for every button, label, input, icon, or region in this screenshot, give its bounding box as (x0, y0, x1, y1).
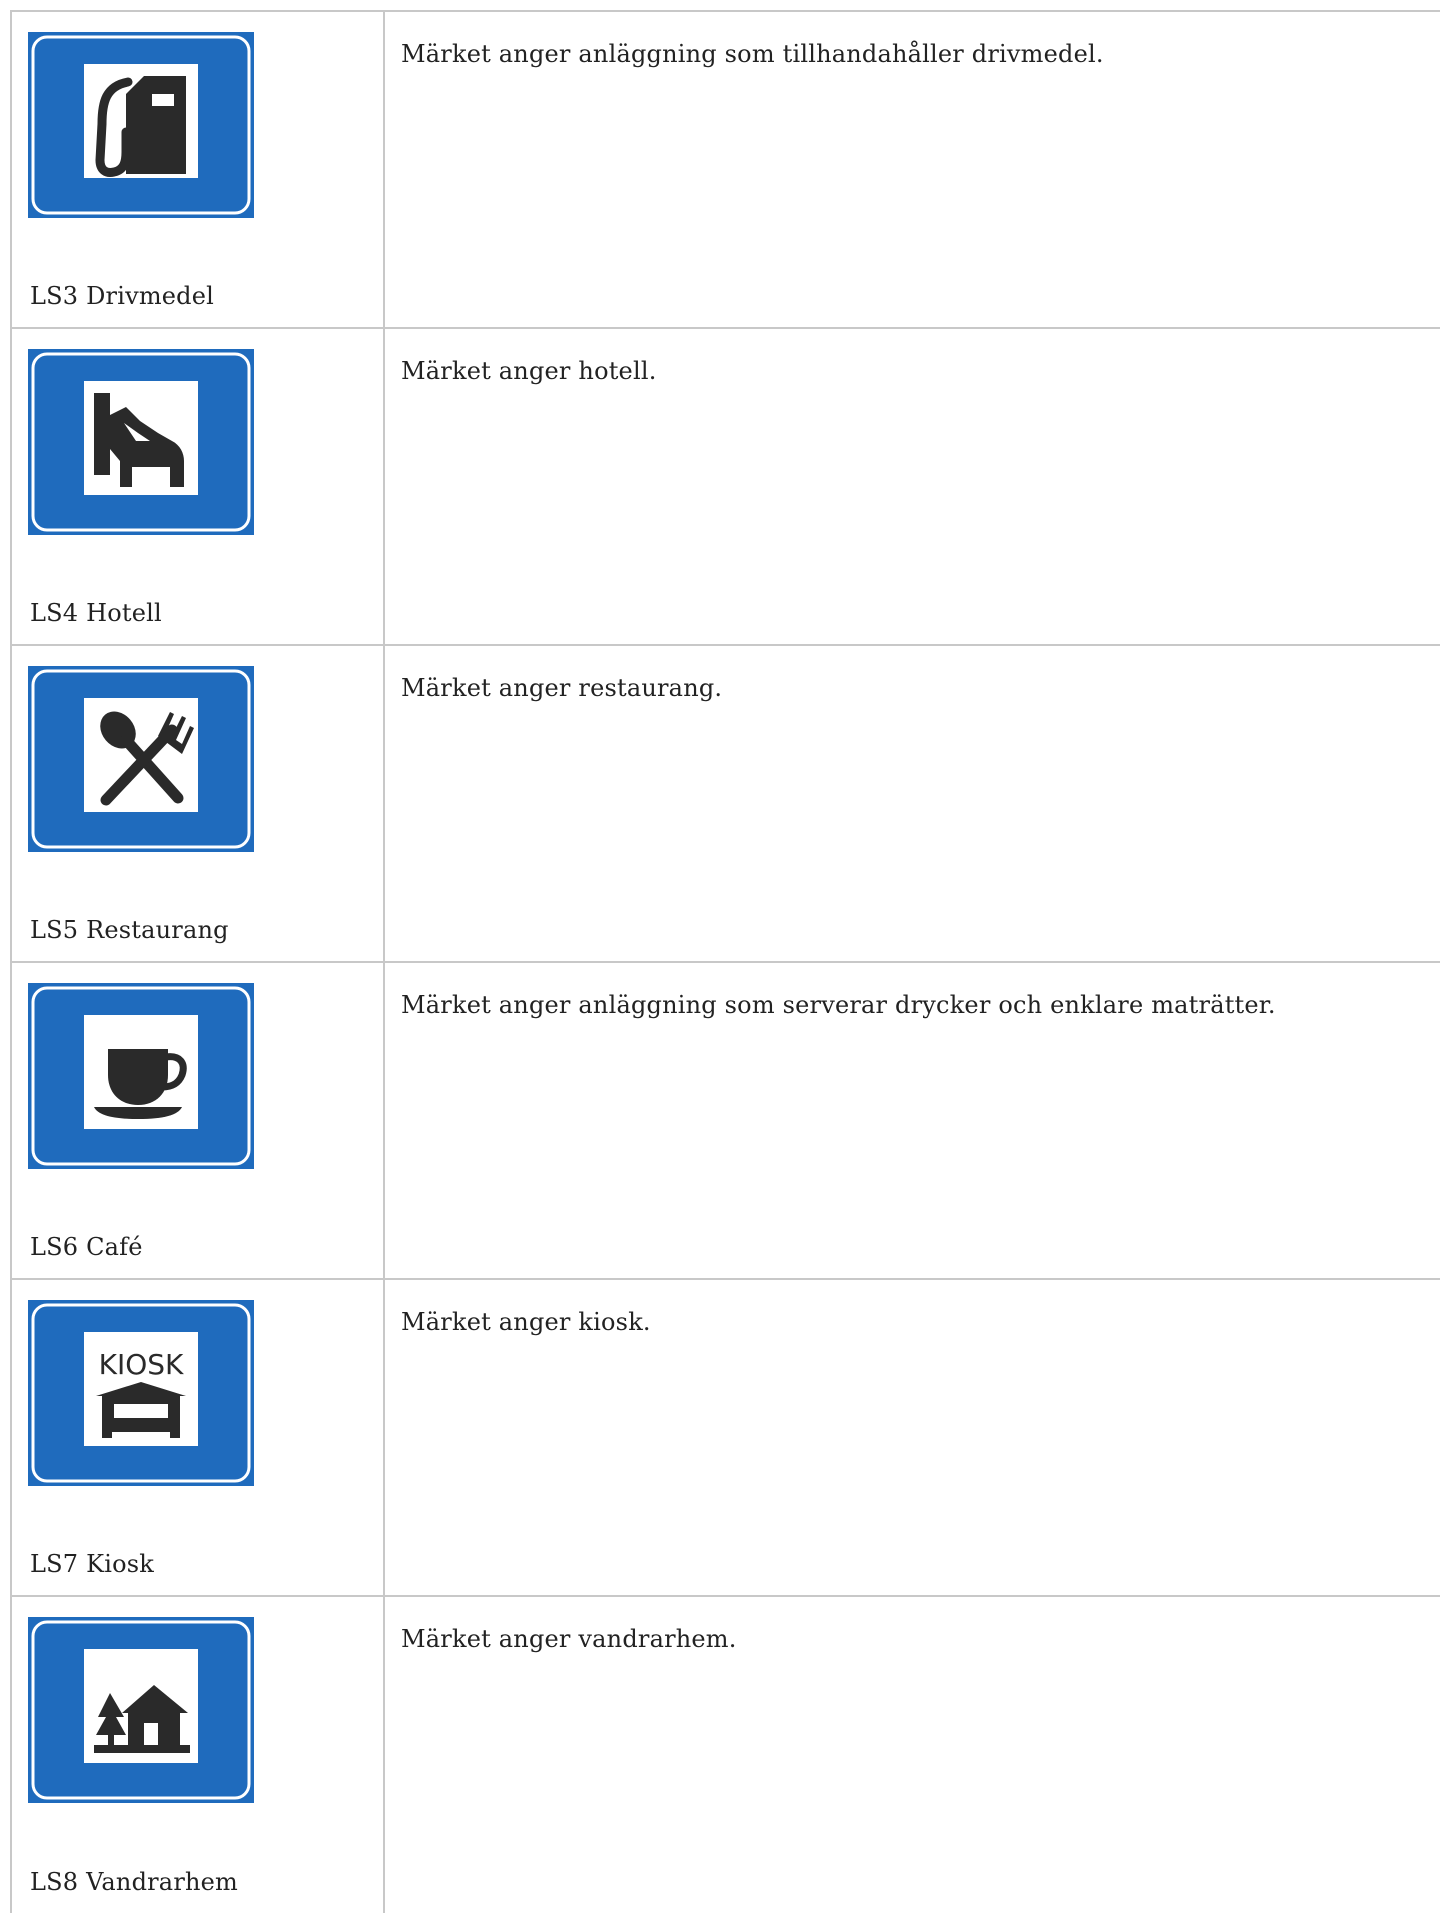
sign-description: Märket anger vandrarhem. (401, 1625, 737, 1653)
kiosk-sign-text: KIOSK (99, 1348, 184, 1381)
sign-ls6 (28, 983, 254, 1169)
sign-caption: LS7 Kiosk (30, 1550, 154, 1578)
sign-description: Märket anger restaurang. (401, 674, 723, 702)
description-cell: Märket anger hotell. (383, 327, 1440, 646)
description-cell: Märket anger anläggning som serverar dry… (383, 961, 1440, 1280)
sign-cell: LS4 Hotell (10, 327, 385, 646)
sign-description: Märket anger hotell. (401, 357, 657, 385)
description-cell: Märket anger vandrarhem. (383, 1595, 1440, 1913)
sign-caption: LS4 Hotell (30, 599, 162, 627)
sign-cell: KIOSK LS7 Kiosk (10, 1278, 385, 1597)
sign-cell: LS6 Café (10, 961, 385, 1280)
fuel-pump-icon (28, 32, 254, 218)
table-row: LS8 Vandrarhem Märket anger vandrarhem. (10, 1595, 1440, 1913)
description-cell: Märket anger restaurang. (383, 644, 1440, 963)
sign-ls7: KIOSK (28, 1300, 254, 1486)
sign-ls8 (28, 1617, 254, 1803)
sign-caption: LS6 Café (30, 1233, 143, 1261)
sign-table: LS3 Drivmedel Märket anger anläggning so… (10, 10, 1440, 1913)
table-row: KIOSK LS7 Kiosk Märket anger kiosk. (10, 1278, 1440, 1597)
sign-caption: LS3 Drivmedel (30, 282, 215, 310)
table-row: LS5 Restaurang Märket anger restaurang. (10, 644, 1440, 963)
description-cell: Märket anger anläggning som tillhandahål… (383, 10, 1440, 329)
table-row: LS4 Hotell Märket anger hotell. (10, 327, 1440, 646)
sign-description: Märket anger anläggning som tillhandahål… (401, 40, 1104, 68)
sign-cell: LS3 Drivmedel (10, 10, 385, 329)
sign-ls4 (28, 349, 254, 535)
sign-ls3 (28, 32, 254, 218)
fork-and-spoon-icon (28, 666, 254, 852)
coffee-cup-icon (28, 983, 254, 1169)
description-cell: Märket anger kiosk. (383, 1278, 1440, 1597)
sign-caption: LS5 Restaurang (30, 916, 229, 944)
table-row: LS3 Drivmedel Märket anger anläggning so… (10, 10, 1440, 329)
sign-description: Märket anger kiosk. (401, 1308, 651, 1336)
sign-ls5 (28, 666, 254, 852)
hostel-icon (28, 1617, 254, 1803)
sign-caption: LS8 Vandrarhem (30, 1868, 239, 1896)
table-row: LS6 Café Märket anger anläggning som ser… (10, 961, 1440, 1280)
bed-icon (28, 349, 254, 535)
sign-description: Märket anger anläggning som serverar dry… (401, 991, 1276, 1019)
kiosk-icon: KIOSK (28, 1300, 254, 1486)
sign-cell: LS5 Restaurang (10, 644, 385, 963)
sign-cell: LS8 Vandrarhem (10, 1595, 385, 1913)
